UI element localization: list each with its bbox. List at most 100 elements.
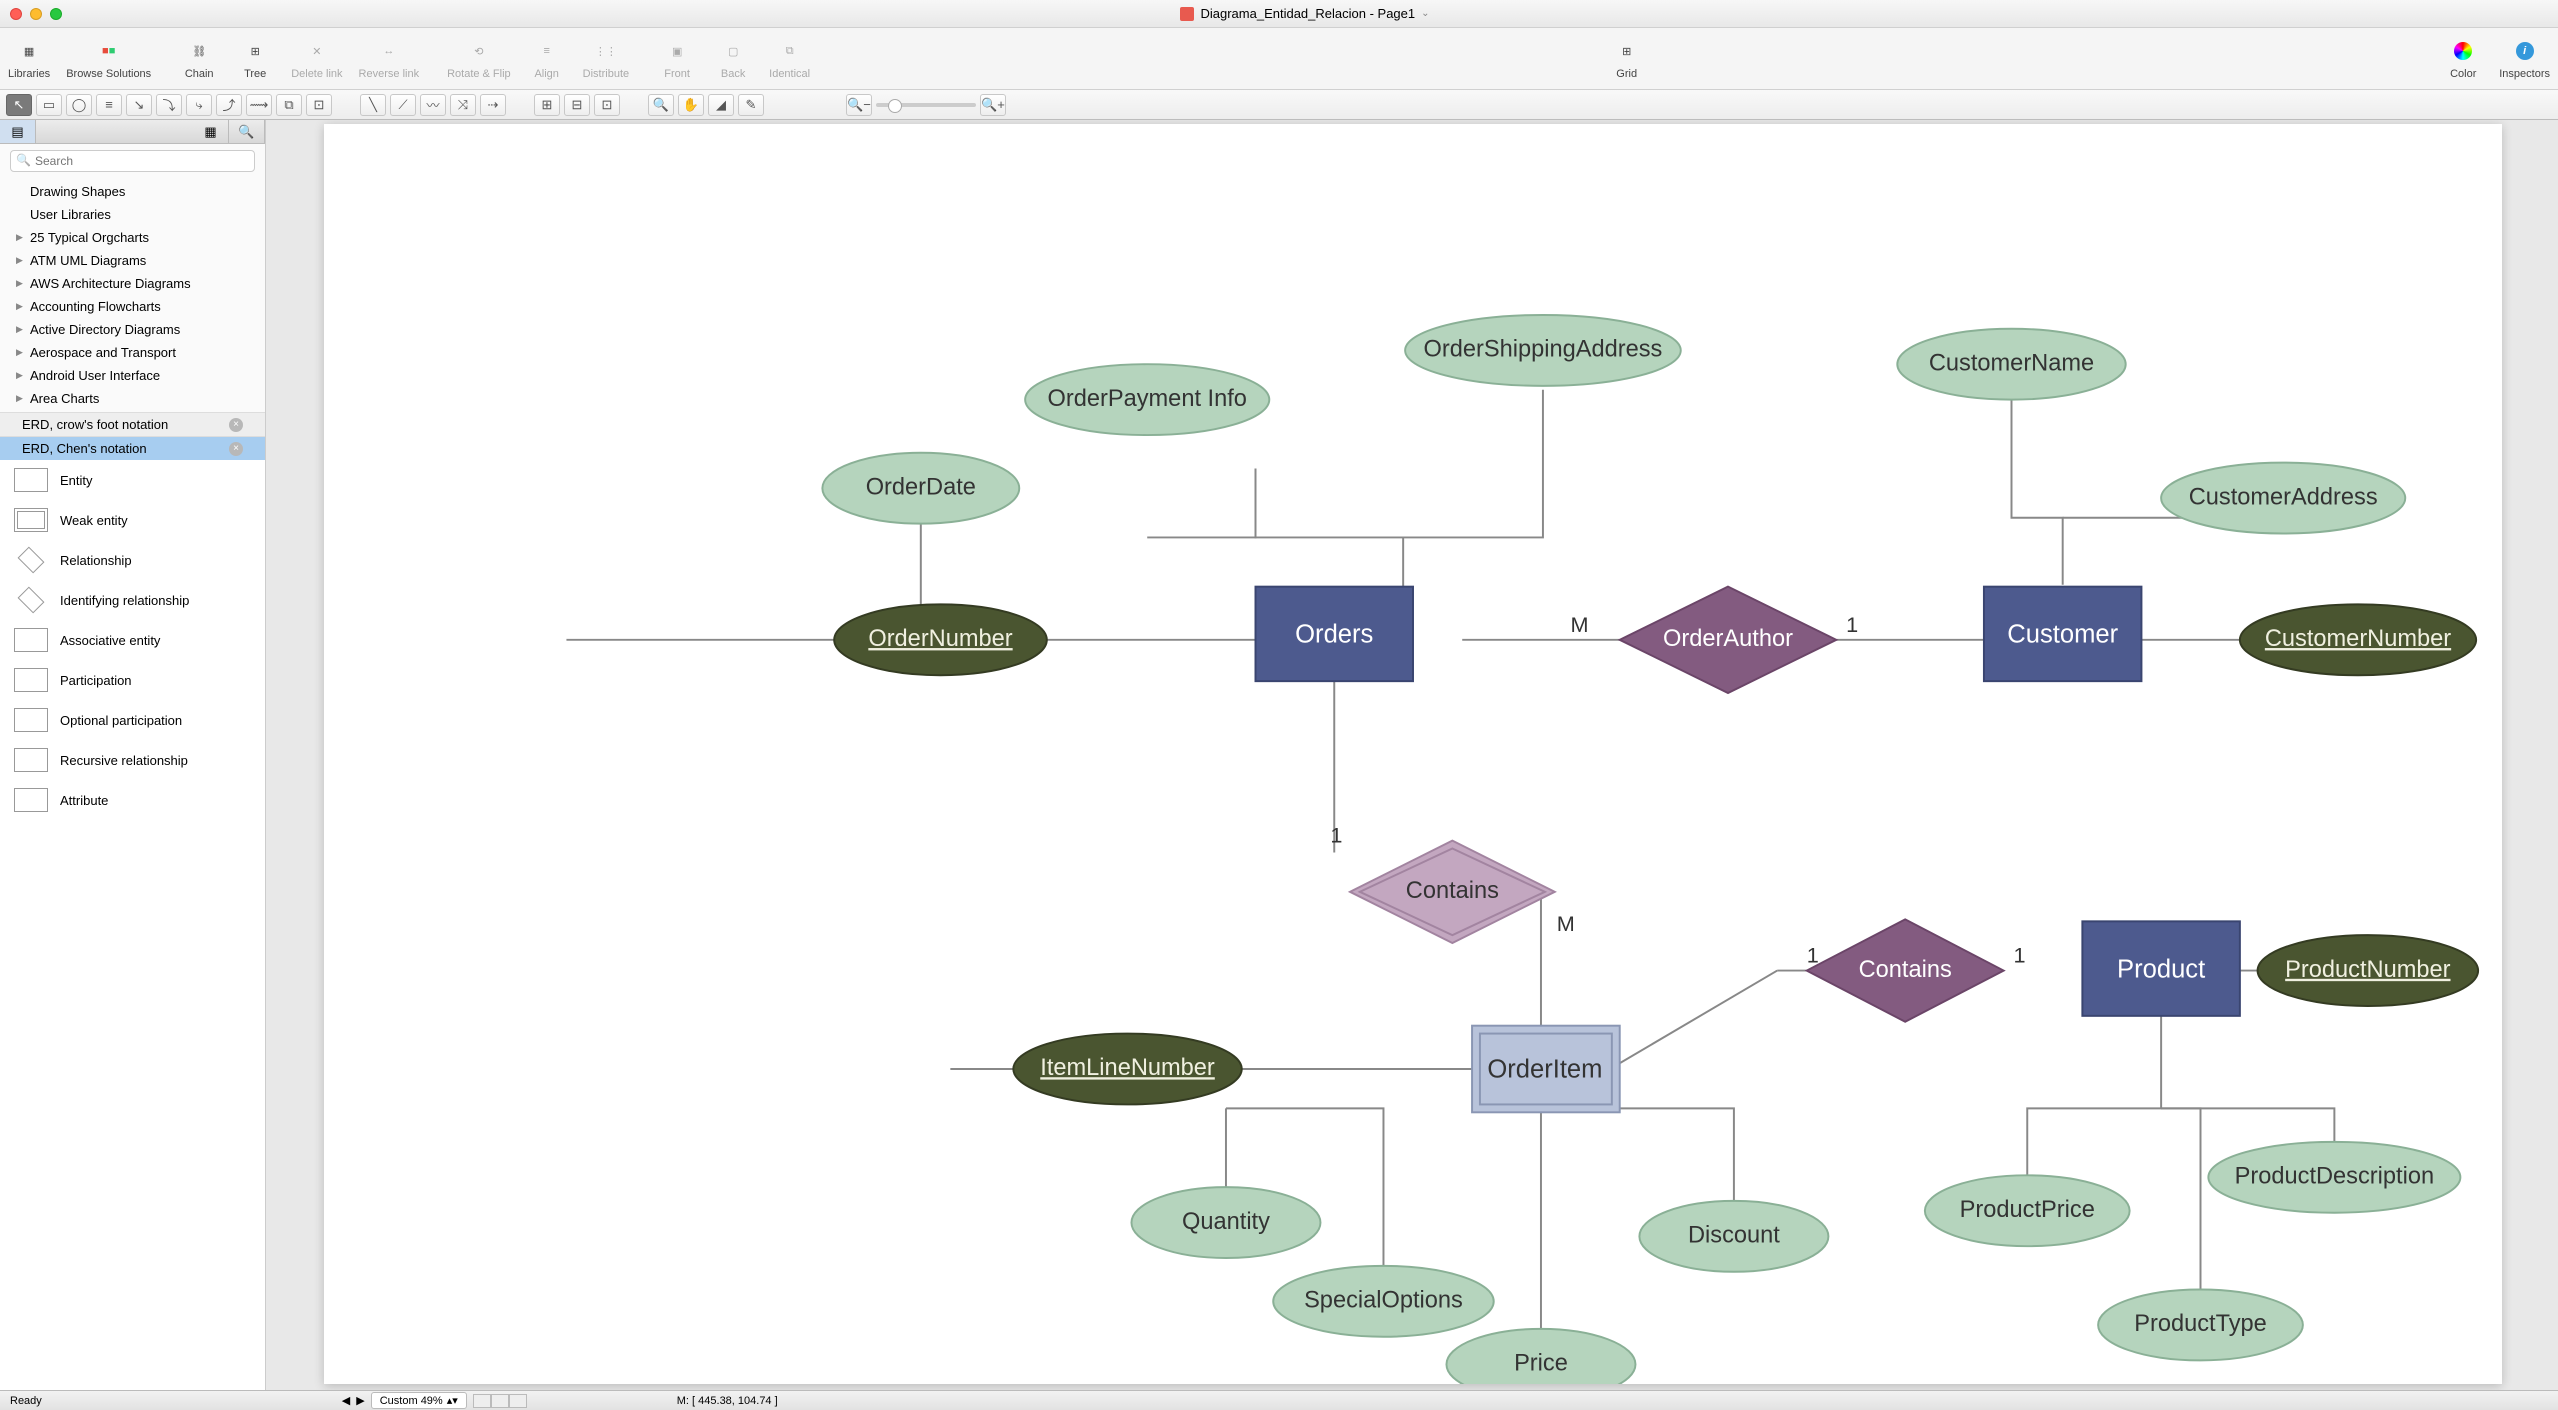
back-button: ▢Back [713,37,753,80]
tree-button[interactable]: ⊞Tree [235,37,275,80]
line-3[interactable]: 〰 [420,94,446,116]
line-5[interactable]: ⇢ [480,94,506,116]
connector-4[interactable]: ⤴ [216,94,242,116]
connector-6[interactable]: ⧉ [276,94,302,116]
pointer-tool[interactable]: ↖ [6,94,32,116]
library-item[interactable]: ▶Accounting Flowcharts [0,295,265,318]
svg-text:OrderNumber: OrderNumber [868,626,1012,652]
pen-tool[interactable]: ✎ [738,94,764,116]
shape-item[interactable]: Entity [0,460,265,500]
svg-text:CustomerAddress: CustomerAddress [2189,484,2378,510]
titlebar: Diagrama_Entidad_Relacion - Page1 ⌄ [0,0,2558,28]
nav-prev[interactable]: ◀ [342,1394,350,1407]
libraries-list: Drawing ShapesUser Libraries▶25 Typical … [0,178,265,412]
search-input[interactable] [10,150,255,172]
browse-button[interactable]: ■■Browse Solutions [66,37,151,80]
reverse-link-button: ↔Reverse link [359,37,420,80]
library-item[interactable]: User Libraries [0,203,265,226]
inspectors-button[interactable]: iInspectors [2499,37,2550,80]
maximize-icon[interactable] [50,8,62,20]
status-ready: Ready [10,1395,42,1407]
svg-text:OrderPayment Info: OrderPayment Info [1047,386,1246,412]
rotate-flip-button: ⟲Rotate & Flip [447,37,511,80]
close-icon[interactable] [10,8,22,20]
nav-next[interactable]: ▶ [356,1394,364,1407]
er-diagram: M 1 1 M 1 1 Orders Customer Product Orde… [324,124,2502,1384]
svg-text:Discount: Discount [1688,1223,1780,1249]
svg-text:OrderItem: OrderItem [1487,1056,1602,1084]
svg-text:M: M [1557,911,1575,936]
library-item[interactable]: ▶Android User Interface [0,364,265,387]
zoom-slider[interactable] [876,103,976,107]
window-controls[interactable] [10,8,62,20]
window-title: Diagrama_Entidad_Relacion - Page1 ⌄ [62,6,2548,21]
svg-text:OrderDate: OrderDate [866,474,976,500]
pager[interactable] [473,1394,527,1408]
sub-toolbar: ↖ ▭ ◯ ≡ ↘ ⤵ ⤷ ⤴ ⟿ ⧉ ⊡ ╲ ⟋ 〰 ⤨ ⇢ ⊞ ⊟ ⊡ 🔍 … [0,90,2558,120]
text-tool[interactable]: ≡ [96,94,122,116]
shape-item[interactable]: Associative entity [0,620,265,660]
pan-tool[interactable]: ✋ [678,94,704,116]
grid-button[interactable]: ⊞Grid [1607,37,1647,80]
svg-text:1: 1 [1846,612,1858,637]
sidebar-grid-view[interactable]: ▦ [193,120,229,143]
library-item[interactable]: ▶AWS Architecture Diagrams [0,272,265,295]
canvas[interactable]: M 1 1 M 1 1 Orders Customer Product Orde… [324,124,2502,1384]
shape-item[interactable]: Optional participation [0,700,265,740]
libraries-button[interactable]: ▦Libraries [8,37,50,80]
sidebar-search[interactable]: 🔍 [229,120,265,143]
svg-text:M: M [1571,612,1589,637]
connector-7[interactable]: ⊡ [306,94,332,116]
shape-item[interactable]: Participation [0,660,265,700]
svg-text:Orders: Orders [1295,621,1373,649]
connector-3[interactable]: ⤷ [186,94,212,116]
ellipse-tool[interactable]: ◯ [66,94,92,116]
svg-text:Customer: Customer [2007,621,2118,649]
group-1[interactable]: ⊞ [534,94,560,116]
zoom-tool[interactable]: 🔍 [648,94,674,116]
coords: M: [ 445.38, 104.74 ] [677,1395,778,1407]
canvas-area[interactable]: M 1 1 M 1 1 Orders Customer Product Orde… [266,120,2558,1390]
library-tab[interactable]: ERD, crow's foot notation× [0,412,265,436]
highlight-tool[interactable]: ◢ [708,94,734,116]
statusbar: Ready ◀ ▶ Custom 49%▴▾ M: [ 445.38, 104.… [0,1390,2558,1410]
shape-item[interactable]: Identifying relationship [0,580,265,620]
library-item[interactable]: ▶Area Charts [0,387,265,410]
color-button[interactable]: Color [2443,37,2483,80]
library-item[interactable]: Drawing Shapes [0,180,265,203]
chain-button[interactable]: ⛓Chain [179,37,219,80]
library-item[interactable]: ▶ATM UML Diagrams [0,249,265,272]
svg-text:SpecialOptions: SpecialOptions [1304,1288,1463,1314]
shape-item[interactable]: Attribute [0,780,265,820]
line-2[interactable]: ⟋ [390,94,416,116]
connector-5[interactable]: ⟿ [246,94,272,116]
connector-2[interactable]: ⤵ [156,94,182,116]
group-3[interactable]: ⊡ [594,94,620,116]
close-icon[interactable]: × [229,442,243,456]
rect-tool[interactable]: ▭ [36,94,62,116]
chevron-down-icon[interactable]: ⌄ [1421,8,1429,19]
line-4[interactable]: ⤨ [450,94,476,116]
zoom-in-button[interactable]: 🔍+ [980,94,1006,116]
library-tab[interactable]: ERD, Chen's notation× [0,436,265,460]
shape-item[interactable]: Relationship [0,540,265,580]
connector-1[interactable]: ↘ [126,94,152,116]
svg-text:Contains: Contains [1859,957,1952,983]
zoom-select[interactable]: Custom 49%▴▾ [371,1392,467,1409]
shape-item[interactable]: Weak entity [0,500,265,540]
delete-link-button: ✕Delete link [291,37,342,80]
svg-text:ProductDescription: ProductDescription [2235,1164,2434,1190]
line-1[interactable]: ╲ [360,94,386,116]
close-icon[interactable]: × [229,418,243,432]
library-item[interactable]: ▶25 Typical Orgcharts [0,226,265,249]
svg-text:OrderShippingAddress: OrderShippingAddress [1424,337,1663,363]
svg-text:1: 1 [1330,823,1342,848]
sidebar-tab-libraries[interactable]: ▤ [0,120,36,143]
library-item[interactable]: ▶Aerospace and Transport [0,341,265,364]
group-2[interactable]: ⊟ [564,94,590,116]
minimize-icon[interactable] [30,8,42,20]
zoom-out-button[interactable]: 🔍− [846,94,872,116]
library-item[interactable]: ▶Active Directory Diagrams [0,318,265,341]
shape-item[interactable]: Recursive relationship [0,740,265,780]
svg-text:Quantity: Quantity [1182,1209,1270,1235]
